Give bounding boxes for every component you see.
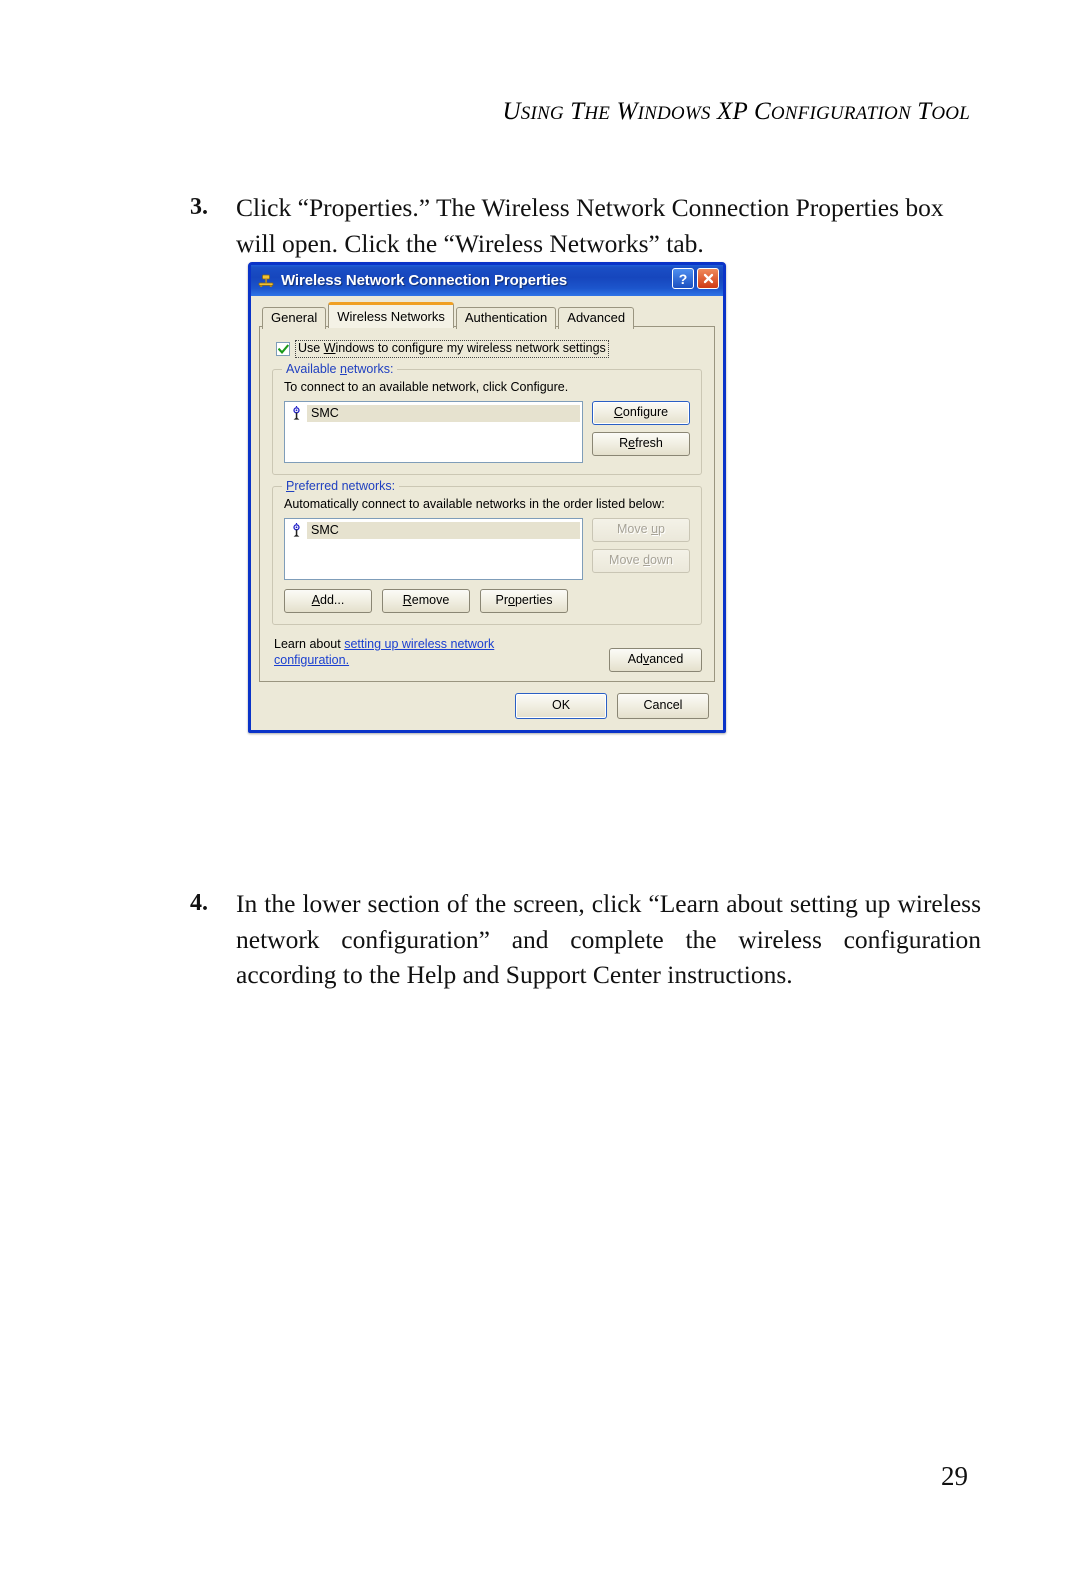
advanced-prefix: Ad xyxy=(627,652,643,666)
preferred-network-name: SMC xyxy=(307,521,580,539)
advanced-button-wrap: Advanced xyxy=(609,636,702,672)
move-up-rest: p xyxy=(658,522,665,536)
available-network-name: SMC xyxy=(307,404,580,422)
header-word-the-cap: T xyxy=(570,98,585,125)
dialog-footer-buttons: OK Cancel xyxy=(259,682,715,722)
available-networks-description: To connect to an available network, clic… xyxy=(284,380,569,394)
step-4-number: 4. xyxy=(190,890,208,916)
close-icon[interactable] xyxy=(697,268,719,289)
wireless-network-icon xyxy=(289,405,304,421)
header-word-configuration-rest: ONFIGURATION xyxy=(770,103,911,124)
learn-about-row: Learn about setting up wireless network … xyxy=(274,636,702,672)
preferred-networks-group: Preferred networks: Automatically connec… xyxy=(272,479,702,625)
tab-strip: General Wireless Networks Authentication… xyxy=(259,302,715,329)
avail-legend-accel: n xyxy=(339,362,347,376)
header-word-configuration-cap: C xyxy=(753,98,771,125)
available-networks-buttons: Configure Refresh xyxy=(592,401,690,456)
move-up-accel: u xyxy=(651,522,659,536)
preferred-networks-row: SMC Move up Move down xyxy=(284,518,690,580)
pref-legend-suffix: referred networks: xyxy=(294,479,396,493)
header-word-using-cap: U xyxy=(502,98,521,125)
dialog-body: General Wireless Networks Authentication… xyxy=(251,296,723,730)
advanced-button[interactable]: Advanced xyxy=(609,648,702,672)
tab-general[interactable]: General xyxy=(262,307,327,329)
use-windows-checkbox-label: Use Windows to configure my wireless net… xyxy=(295,340,609,358)
properties-prefix: Pr xyxy=(495,593,509,607)
use-windows-checkbox[interactable] xyxy=(276,342,290,356)
properties-rest: perties xyxy=(514,593,553,607)
avail-legend-suffix: etworks: xyxy=(346,362,394,376)
preferred-networks-move-buttons: Move up Move down xyxy=(592,518,690,573)
tab-authentication[interactable]: Authentication xyxy=(455,307,557,329)
learn-about-prefix: Learn about xyxy=(274,637,345,651)
help-button[interactable]: ? xyxy=(672,268,694,289)
list-item[interactable]: SMC xyxy=(287,521,580,539)
header-word-windows-rest: INDOWS xyxy=(637,103,711,124)
header-word-the-rest: HE xyxy=(584,103,611,124)
list-item[interactable]: SMC xyxy=(287,404,580,422)
remove-button[interactable]: Remove xyxy=(382,589,470,613)
move-down-accel: d xyxy=(643,553,651,567)
configure-rest: onfigure xyxy=(622,405,669,419)
header-word-using-rest: SING xyxy=(520,103,564,124)
tab-advanced[interactable]: Advanced xyxy=(558,307,635,329)
add-rest: dd... xyxy=(320,593,345,607)
remove-accel: R xyxy=(402,593,412,607)
instruction-step-4: 4. In the lower section of the screen, c… xyxy=(190,886,981,993)
learn-about-text: Learn about setting up wireless network … xyxy=(274,636,534,668)
advanced-rest: anced xyxy=(649,652,684,666)
header-word-windows-cap: W xyxy=(616,98,638,125)
preferred-networks-action-buttons: Add... Remove Properties xyxy=(284,589,690,613)
titlebar-buttons: ? xyxy=(672,268,719,289)
cancel-button[interactable]: Cancel xyxy=(617,693,709,719)
preferred-networks-listbox[interactable]: SMC xyxy=(284,518,583,580)
configure-accel: C xyxy=(613,405,623,419)
step-3-number: 3. xyxy=(190,194,208,220)
refresh-rest: fresh xyxy=(635,436,663,450)
add-accel: A xyxy=(311,593,320,607)
step-3-text: Click “Properties.” The Wireless Network… xyxy=(236,193,944,258)
move-up-button[interactable]: Move up xyxy=(592,518,690,542)
dialog-title: Wireless Network Connection Properties xyxy=(281,272,568,289)
add-button[interactable]: Add... xyxy=(284,589,372,613)
refresh-button[interactable]: Refresh xyxy=(592,432,690,456)
chk-label-prefix: Use xyxy=(298,341,324,355)
wireless-network-icon xyxy=(289,522,304,538)
header-word-xp: XP xyxy=(717,98,748,125)
chk-label-accel: W xyxy=(323,341,336,355)
available-networks-legend: Available networks: xyxy=(282,362,398,376)
wireless-networks-panel: Use Windows to configure my wireless net… xyxy=(259,326,715,682)
move-down-prefix: Move xyxy=(609,553,644,567)
tab-wireless-networks[interactable]: Wireless Networks xyxy=(328,302,454,328)
dialog-titlebar[interactable]: Wireless Network Connection Properties ? xyxy=(251,265,723,296)
chk-label-suffix: indows to configure my wireless network … xyxy=(335,341,606,355)
header-word-tool-cap: T xyxy=(917,98,932,125)
ok-button[interactable]: OK xyxy=(515,693,607,719)
properties-button[interactable]: Properties xyxy=(480,589,568,613)
network-connection-icon xyxy=(257,272,275,290)
page-number: 29 xyxy=(941,1461,968,1491)
refresh-prefix: R xyxy=(619,436,629,450)
move-up-prefix: Move xyxy=(617,522,652,536)
header-word-tool-rest: OOL xyxy=(931,103,970,124)
configure-button[interactable]: Configure xyxy=(592,401,690,425)
available-networks-row: SMC Configure Refresh xyxy=(284,401,690,463)
use-windows-checkbox-row[interactable]: Use Windows to configure my wireless net… xyxy=(276,340,704,358)
available-networks-listbox[interactable]: SMC xyxy=(284,401,583,463)
instruction-step-3: 3. Click “Properties.” The Wireless Netw… xyxy=(190,190,976,261)
preferred-networks-legend: Preferred networks: xyxy=(282,479,400,493)
step-4-text: In the lower section of the screen, clic… xyxy=(236,889,981,989)
running-header: USING THE WINDOWS XP CONFIGURATION TOOL xyxy=(503,98,970,126)
move-down-button[interactable]: Move down xyxy=(592,549,690,573)
properties-accel: o xyxy=(508,593,515,607)
move-down-rest: own xyxy=(650,553,673,567)
avail-legend-prefix: Available xyxy=(286,362,340,376)
preferred-networks-description: Automatically connect to available netwo… xyxy=(284,497,665,511)
available-networks-group: Available networks: To connect to an ava… xyxy=(272,362,702,475)
remove-rest: emove xyxy=(411,593,450,607)
wireless-network-connection-properties-dialog: Wireless Network Connection Properties ?… xyxy=(248,262,726,733)
